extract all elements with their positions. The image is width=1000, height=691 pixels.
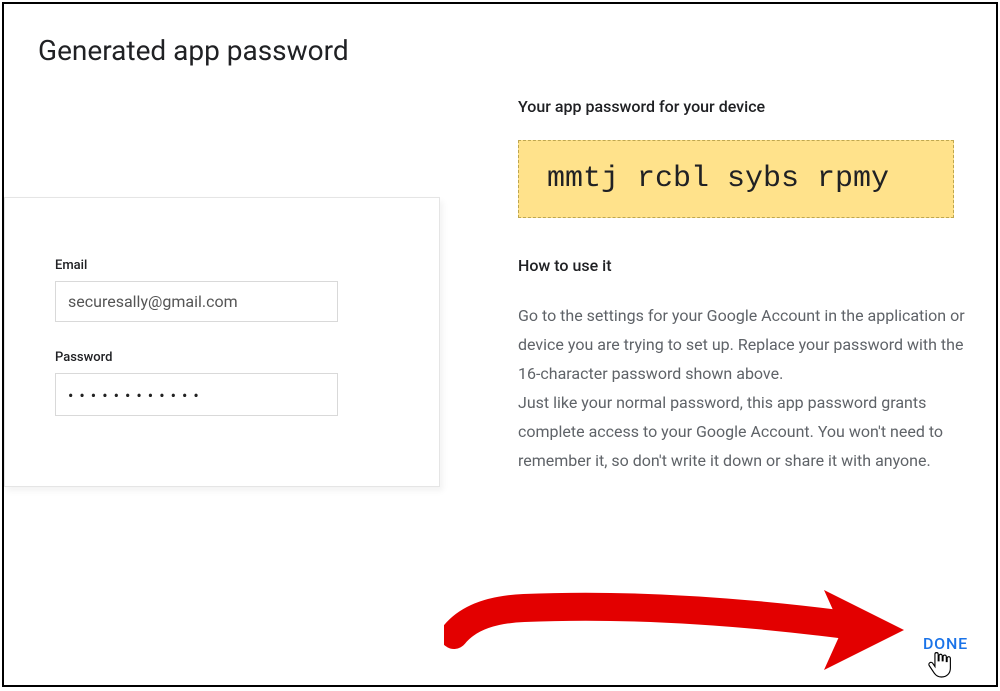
instructions-text: Go to the settings for your Google Accou… (518, 301, 983, 475)
hand-cursor-icon (926, 649, 952, 679)
password-label: Password (55, 350, 389, 365)
device-password-heading: Your app password for your device (518, 97, 983, 116)
email-label: Email (55, 258, 389, 273)
annotation-arrow-icon (444, 580, 914, 690)
instructions-paragraph-1: Go to the settings for your Google Accou… (518, 306, 965, 383)
done-button[interactable]: DONE (923, 634, 968, 653)
instructions-paragraph-2: Just like your normal password, this app… (518, 393, 943, 470)
email-field[interactable] (55, 281, 338, 322)
login-preview-card: Email Password (4, 197, 440, 487)
password-field[interactable] (55, 373, 338, 416)
generated-password-box: mmtj rcbl sybs rpmy (518, 140, 954, 218)
howto-heading: How to use it (518, 256, 983, 275)
page-title: Generated app password (38, 34, 968, 67)
generated-password-text: mmtj rcbl sybs rpmy (547, 162, 889, 196)
